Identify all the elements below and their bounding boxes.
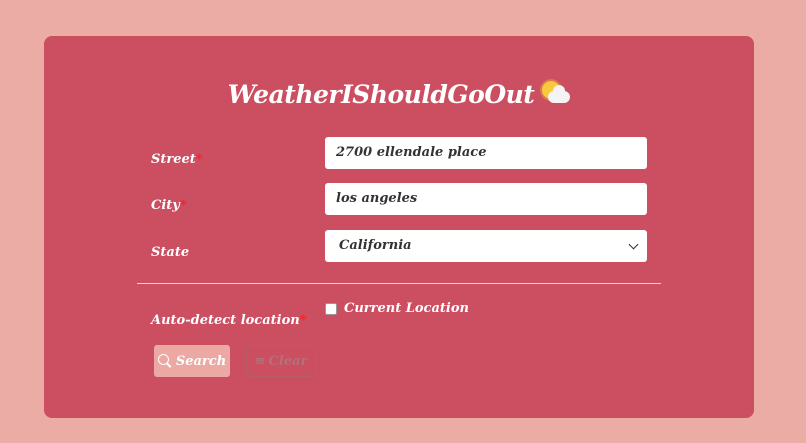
form-divider	[137, 283, 661, 284]
state-label: State	[151, 245, 190, 260]
search-form-card: WeatherIShouldGoOut Street* 2700 ellenda…	[44, 36, 754, 418]
required-mark: *	[195, 152, 203, 167]
sun-behind-cloud-icon	[540, 81, 571, 107]
city-input[interactable]: los angeles	[325, 183, 647, 215]
current-location-checkbox[interactable]	[325, 302, 337, 315]
state-select[interactable]: California	[325, 230, 647, 262]
current-location-option[interactable]: Current Location	[325, 301, 469, 316]
clear-icon: ≡	[254, 353, 266, 369]
auto-detect-label: Auto-detect location*	[151, 313, 307, 328]
clear-button[interactable]: ≡ Clear	[246, 345, 316, 377]
search-icon	[157, 354, 172, 368]
required-mark: *	[179, 198, 187, 213]
app-title: WeatherIShouldGoOut	[44, 80, 754, 109]
search-button[interactable]: Search	[154, 345, 230, 377]
current-location-label: Current Location	[344, 301, 469, 316]
required-mark: *	[299, 313, 307, 328]
chevron-down-icon	[628, 239, 639, 250]
street-input[interactable]: 2700 ellendale place	[325, 137, 647, 169]
city-label: City*	[151, 198, 187, 213]
app-title-text: WeatherIShouldGoOut	[227, 80, 535, 109]
street-label: Street*	[151, 152, 203, 167]
